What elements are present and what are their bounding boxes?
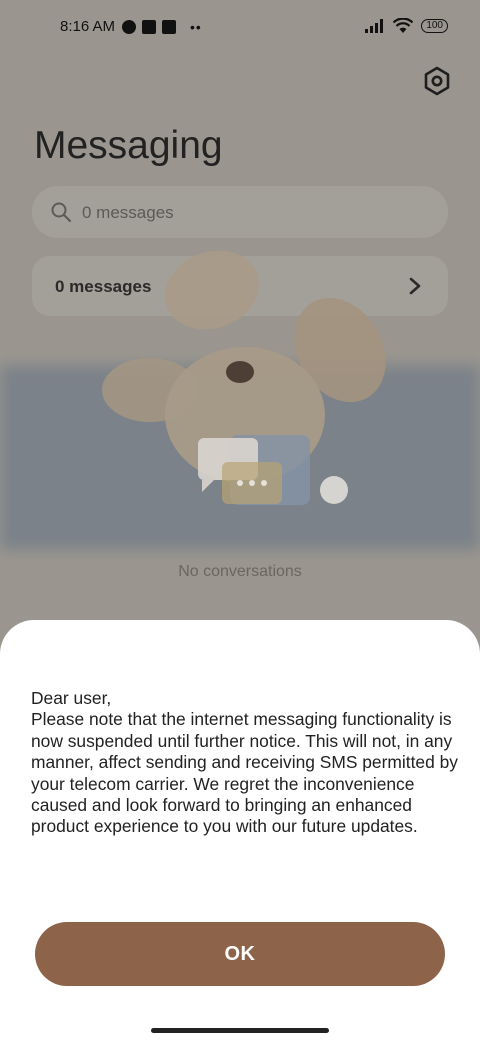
page-title: Messaging bbox=[34, 124, 223, 167]
app-notification-icon bbox=[122, 20, 136, 34]
status-bar: 8:16 AM •• 100 bbox=[0, 0, 480, 56]
status-time: 8:16 AM bbox=[60, 18, 116, 35]
search-input[interactable]: 0 messages bbox=[32, 186, 448, 238]
dialog-message: Please note that the internet messaging … bbox=[31, 709, 458, 837]
empty-state-text: No conversations bbox=[178, 563, 302, 580]
messaging-screen-background: 8:16 AM •• 100 Messaging 0 messages 0 me… bbox=[0, 0, 480, 640]
empty-state-illustration bbox=[0, 250, 480, 550]
dialog-greeting: Dear user, bbox=[31, 688, 112, 708]
system-status-icons: 100 bbox=[365, 18, 448, 33]
ok-button[interactable]: OK bbox=[35, 922, 445, 986]
signal-icon bbox=[365, 18, 384, 33]
notification-icons: •• bbox=[122, 19, 202, 35]
upload-icon bbox=[162, 20, 176, 34]
app-notification-icon bbox=[142, 20, 156, 34]
more-dots-icon: •• bbox=[190, 19, 202, 35]
notice-dialog: Dear user, Please note that the internet… bbox=[0, 620, 480, 1040]
search-placeholder: 0 messages bbox=[82, 203, 174, 222]
settings-icon[interactable] bbox=[422, 66, 452, 96]
wifi-icon bbox=[393, 18, 414, 33]
dialog-body: Dear user, Please note that the internet… bbox=[31, 688, 461, 838]
battery-icon: 100 bbox=[421, 18, 448, 33]
search-icon bbox=[51, 202, 72, 223]
home-indicator[interactable] bbox=[151, 1028, 329, 1033]
